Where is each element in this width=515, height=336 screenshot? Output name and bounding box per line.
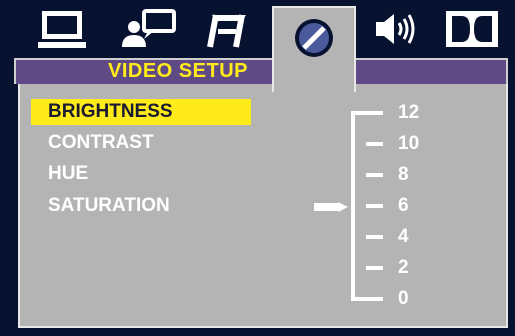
scale-tick-bottom	[351, 297, 383, 301]
tab-dolby-setup[interactable]	[440, 6, 504, 52]
scale-tick	[366, 266, 383, 270]
speaker-icon	[370, 7, 422, 51]
menu-item-saturation[interactable]: SATURATION	[31, 193, 251, 219]
menu-item-hue[interactable]: HUE	[31, 161, 251, 187]
tab-general-setup[interactable]	[34, 6, 90, 52]
tab-audio-setup[interactable]	[198, 6, 254, 52]
monitor-icon	[36, 7, 88, 51]
tab-language-setup[interactable]	[118, 6, 182, 52]
person-speech-icon	[120, 7, 180, 51]
osd-screen: VIDEO SETUP BRIGHTNESS CONTRAST HUE SATU…	[0, 0, 515, 336]
scale-label-10: 10	[398, 133, 420, 154]
scale-tick	[366, 204, 383, 208]
music-note-icon	[200, 7, 252, 51]
menu-item-contrast[interactable]: CONTRAST	[31, 130, 251, 156]
level-pointer-icon[interactable]	[314, 200, 348, 218]
page-title: VIDEO SETUP	[108, 59, 248, 82]
menu-item-brightness[interactable]: BRIGHTNESS	[31, 99, 251, 125]
dolby-icon	[444, 9, 500, 49]
scale-label-0: 0	[398, 288, 409, 309]
scale-label-6: 6	[398, 195, 409, 216]
video-disc-icon	[292, 16, 336, 60]
scale-tick	[366, 142, 383, 146]
scale-tick	[366, 235, 383, 239]
scale-label-8: 8	[398, 164, 409, 185]
scale-label-2: 2	[398, 257, 409, 278]
tab-speaker-setup[interactable]	[368, 6, 424, 52]
tab-video-setup[interactable]	[272, 6, 356, 92]
scale-spine	[351, 112, 355, 300]
scale-label-4: 4	[398, 226, 409, 247]
scale-tick-top	[351, 111, 383, 115]
scale-tick	[366, 173, 383, 177]
scale-label-12: 12	[398, 102, 420, 123]
